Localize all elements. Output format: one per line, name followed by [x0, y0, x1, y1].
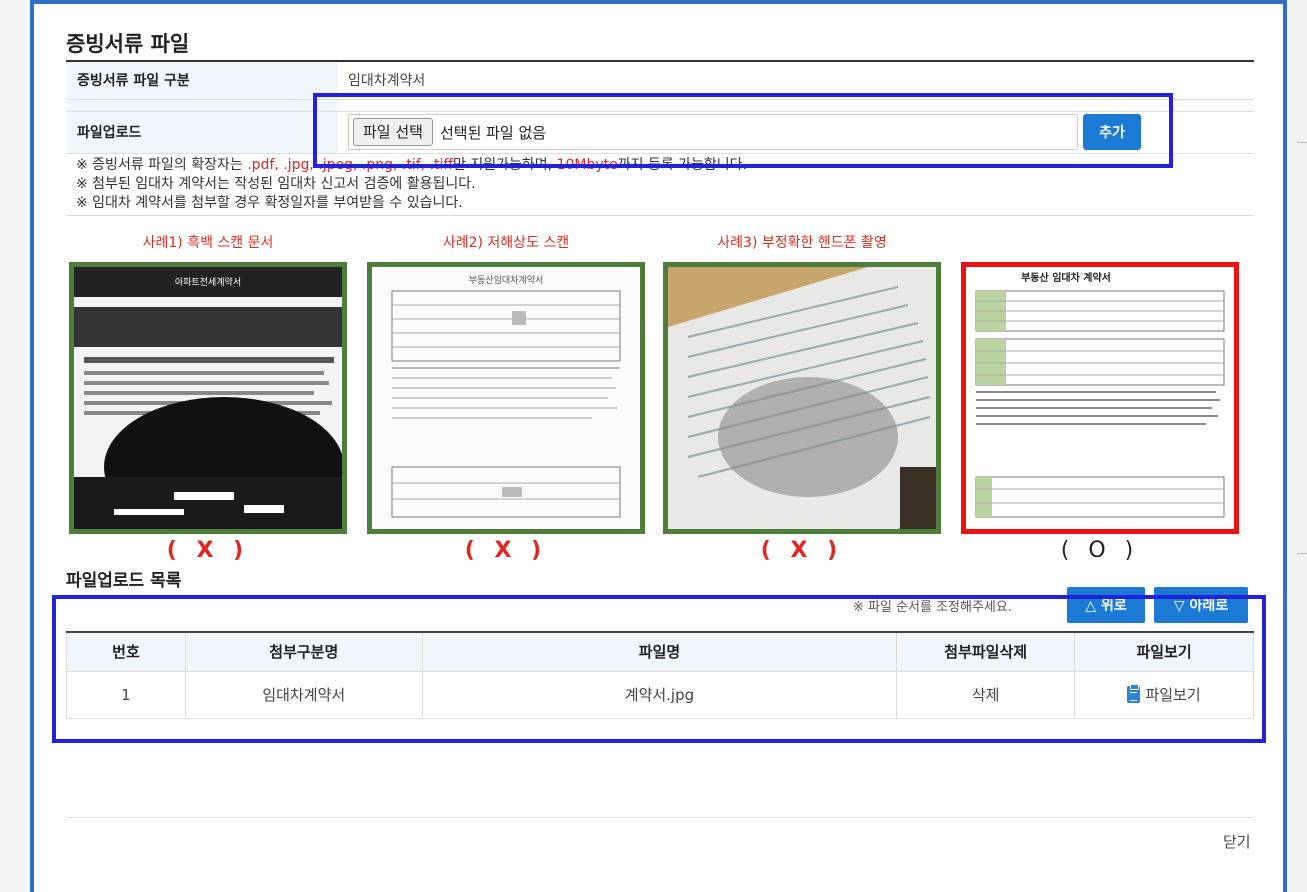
- sample-caption: 사례2) 저해상도 스캔: [442, 235, 570, 251]
- row-filename: 계약서.jpg: [421, 671, 897, 719]
- sample-caption: 사례1) 흑백 스캔 문서: [142, 235, 274, 251]
- evidence-file-modal: 증빙서류 파일 증빙서류 파일 구분 임대차계약서 파일업로드 파일 선택 선택…: [38, 4, 1283, 892]
- sample-lowres-scan: 사례2) 저해상도 스캔 부동산임대차계약서 (X): [367, 232, 645, 563]
- view-file-link[interactable]: 파일보기: [1074, 671, 1254, 719]
- table-row[interactable]: 1 임대차계약서 계약서.jpg 삭제 파일보기: [66, 671, 1254, 719]
- col-header-view: 파일보기: [1074, 631, 1254, 672]
- note-fixed-date: ※ 임대차 계약서를 첨부할 경우 확정일자를 부여받을 수 있습니다.: [76, 194, 463, 211]
- view-file-label: 파일보기: [1145, 686, 1201, 704]
- col-header-delete: 첨부파일삭제: [896, 631, 1075, 672]
- close-button[interactable]: 닫기: [1223, 831, 1251, 852]
- sample-caption: 사례3) 부정확한 핸드폰 촬영: [717, 235, 887, 251]
- upload-list-title: 파일업로드 목록: [66, 571, 182, 591]
- upload-notes: ※ 증빙서류 파일의 확장자는 .pdf, .jpg, .jpeg, .png,…: [66, 153, 1254, 216]
- clipboard-icon: [1127, 684, 1141, 703]
- category-label: 증빙서류 파일 구분: [66, 62, 338, 100]
- footer-divider: [66, 817, 1254, 818]
- sample-image: 아파트전세계약서: [69, 262, 347, 534]
- file-input[interactable]: 파일 선택 선택된 파일 없음: [348, 114, 1078, 150]
- sample-image: [663, 262, 941, 534]
- sample-image: 부동산임대차계약서: [367, 262, 645, 534]
- col-header-number: 번호: [66, 631, 186, 672]
- sample-caption: [961, 232, 1239, 254]
- category-value: 임대차계약서: [338, 62, 1254, 100]
- svg-text:아파트전세계약서: 아파트전세계약서: [175, 276, 241, 288]
- sample-good-scan: 부동산 임대차 계약서 (O): [961, 232, 1239, 563]
- col-header-filename: 파일명: [421, 631, 897, 672]
- window-frame-right: [1283, 0, 1307, 892]
- uploaded-files-table: 번호 첨부구분명 파일명 첨부파일삭제 파일보기 1 임대차계약서 계약서.jp…: [66, 631, 1254, 719]
- sample-mark: ( X ): [166, 538, 250, 563]
- add-button[interactable]: 추가: [1083, 114, 1141, 150]
- sample-mark: ( O ): [1060, 538, 1140, 563]
- svg-text:부동산임대차계약서: 부동산임대차계약서: [469, 274, 544, 286]
- sample-mark: ( X ): [760, 538, 844, 563]
- window-frame-left: [0, 0, 34, 892]
- note-extensions: ※ 증빙서류 파일의 확장자는 .pdf, .jpg, .jpeg, .png,…: [76, 156, 748, 173]
- modal-title: 증빙서류 파일: [66, 32, 190, 56]
- sample-bw-scan: 사례1) 흑백 스캔 문서 아파트전세계약서 ( X ): [69, 232, 347, 563]
- file-form-table: 증빙서류 파일 구분 임대차계약서 파일업로드 파일 선택 선택된 파일 없음 …: [66, 62, 1254, 216]
- file-status-text: 선택된 파일 없음: [439, 123, 547, 142]
- sample-phone-photo: 사례3) 부정확한 핸드폰 촬영 ( X ): [663, 232, 941, 563]
- move-up-button[interactable]: △ 위로: [1067, 587, 1145, 623]
- delete-link[interactable]: 삭제: [896, 671, 1075, 719]
- col-header-category: 첨부구분명: [184, 631, 423, 672]
- sample-mark: ( X ): [464, 538, 548, 563]
- doc-title: 부동산 임대차 계약서: [1021, 271, 1111, 284]
- row-number: 1: [66, 671, 186, 719]
- row-category: 임대차계약서: [184, 671, 423, 719]
- order-note: ※ 파일 순서를 조정해주세요.: [853, 600, 1012, 615]
- upload-label: 파일업로드: [66, 111, 338, 154]
- sample-image: 부동산 임대차 계약서: [961, 262, 1239, 534]
- choose-file-button[interactable]: 파일 선택: [353, 118, 433, 146]
- move-down-button[interactable]: ▽ 아래로: [1154, 587, 1248, 623]
- note-verification: ※ 첨부된 임대차 계약서는 작성된 임대차 신고서 검증에 활용됩니다.: [76, 175, 476, 192]
